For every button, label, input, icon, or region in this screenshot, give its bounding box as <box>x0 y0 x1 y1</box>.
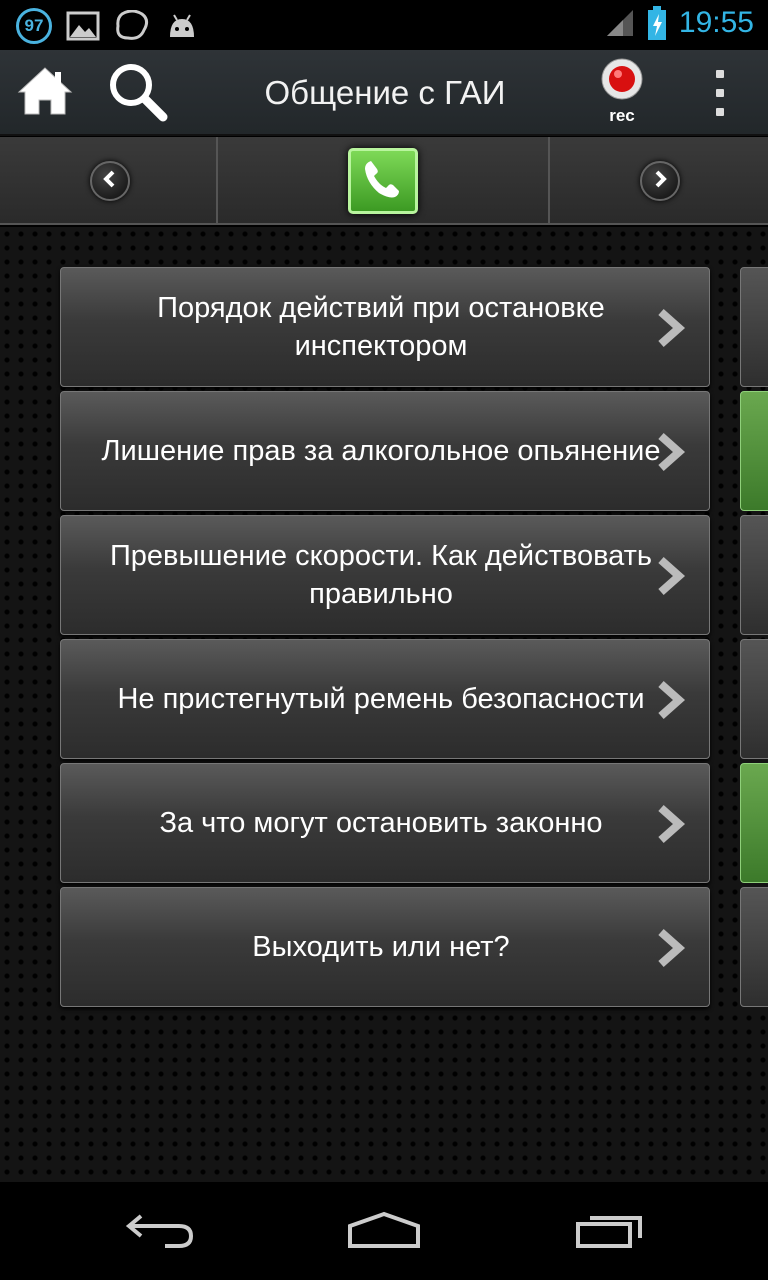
record-icon <box>601 58 643 105</box>
content-area: Порядок действий при остановке инспектор… <box>0 227 768 1182</box>
chevron-right-icon <box>653 680 689 720</box>
menu-item-label: Не пристегнутый ремень безопасности <box>117 683 645 715</box>
menu-item-exit-or-not[interactable]: Выходить или нет? <box>60 887 710 1007</box>
prev-tab-button[interactable] <box>90 161 130 201</box>
chevron-right-icon <box>653 432 689 472</box>
menu-item-seatbelt[interactable]: Не пристегнутый ремень безопасности <box>60 639 710 759</box>
battery-charging-icon <box>647 6 667 40</box>
back-button[interactable] <box>110 1202 210 1262</box>
search-icon <box>105 59 169 128</box>
home-nav-button[interactable] <box>334 1202 434 1262</box>
action-bar: Общение с ГАИ rec <box>0 50 768 136</box>
tab-divider <box>548 137 550 225</box>
page-title: Общение с ГАИ <box>264 74 506 111</box>
menu-item-label: Превышение скорости. Как действовать пра… <box>109 540 653 610</box>
messenger-icon <box>114 10 150 42</box>
status-clock: 19:55 <box>678 6 754 39</box>
signal-icon <box>605 8 635 38</box>
call-tab-button[interactable] <box>348 148 418 214</box>
android-icon <box>164 11 200 41</box>
tab-divider <box>216 137 218 225</box>
search-button[interactable] <box>104 50 170 136</box>
notification-count-badge: 97 <box>16 8 52 44</box>
chevron-right-icon <box>653 804 689 844</box>
side-card[interactable] <box>740 267 768 387</box>
phone-icon <box>361 157 405 206</box>
chevron-right-icon <box>653 308 689 348</box>
chevron-right-icon <box>653 928 689 968</box>
menu-item-label: Лишение прав за алкогольное опьянение <box>101 435 661 467</box>
chevron-right-icon <box>653 556 689 596</box>
side-card[interactable] <box>740 391 768 511</box>
status-bar: 97 19:55 <box>0 0 768 50</box>
menu-item-stop-procedure[interactable]: Порядок действий при остановке инспектор… <box>60 267 710 387</box>
menu-item-speeding[interactable]: Превышение скорости. Как действовать пра… <box>60 515 710 635</box>
menu-item-legal-stop[interactable]: За что могут остановить законно <box>60 763 710 883</box>
recent-apps-button[interactable] <box>560 1202 660 1262</box>
side-card[interactable] <box>740 639 768 759</box>
record-label: rec <box>609 106 635 125</box>
chevron-left-icon <box>100 169 120 194</box>
overflow-menu-icon[interactable] <box>708 70 732 116</box>
chevron-right-icon <box>650 169 670 194</box>
record-button[interactable]: rec <box>592 58 652 130</box>
home-button[interactable] <box>14 50 76 136</box>
system-nav-bar <box>0 1182 768 1280</box>
side-card[interactable] <box>740 763 768 883</box>
home-nav-icon <box>346 1210 422 1255</box>
side-card[interactable] <box>740 887 768 1007</box>
recent-apps-icon <box>574 1210 646 1255</box>
image-icon <box>66 11 100 41</box>
next-tab-button[interactable] <box>640 161 680 201</box>
menu-item-label: Порядок действий при остановке инспектор… <box>157 292 605 362</box>
back-icon <box>125 1210 195 1255</box>
menu-item-label: Выходить или нет? <box>252 931 510 963</box>
side-card[interactable] <box>740 515 768 635</box>
menu-item-license-revocation[interactable]: Лишение прав за алкогольное опьянение <box>60 391 710 511</box>
menu-item-label: За что могут остановить законно <box>159 807 603 839</box>
home-icon <box>17 64 73 123</box>
